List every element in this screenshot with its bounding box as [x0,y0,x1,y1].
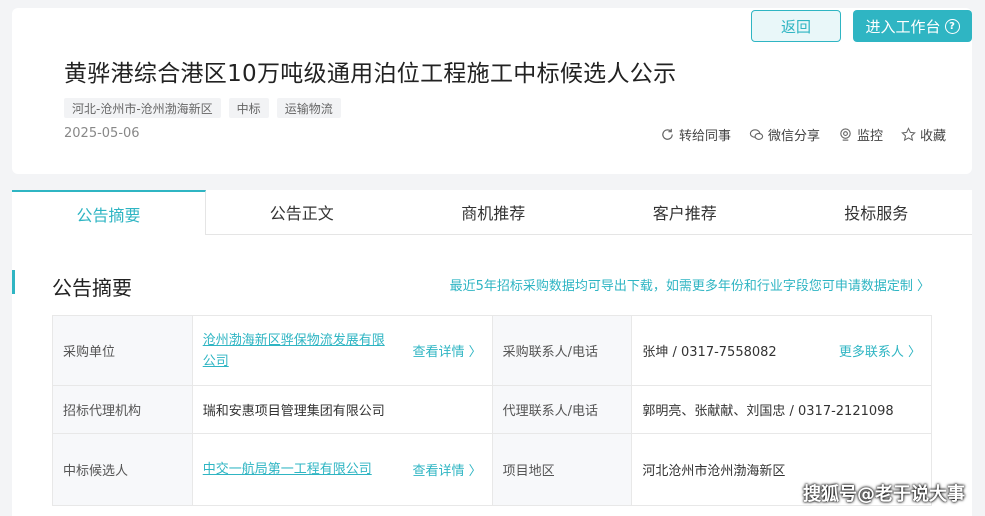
content-card: 公告摘要 公告正文 商机推荐 客户推荐 投标服务 公告摘要 最近5年招标采购数据… [12,190,972,516]
enter-workbench-label: 进入工作台 [865,17,941,36]
candidate-cell: 中交一航局第一工程有限公司 查看详情 〉 [191,433,493,506]
table-row: 采购单位 沧州渤海新区骅保物流发展有限公司 查看详情 〉 采购联系人/电话 张坤… [52,315,932,386]
tab-opportunities[interactable]: 商机推荐 [398,190,590,234]
more-contacts-link[interactable]: 更多联系人 〉 [839,341,921,360]
purchaser-link[interactable]: 沧州渤海新区骅保物流发展有限公司 [203,330,393,372]
purchaser-contact-value: 张坤 / 0317-7558082 [642,345,777,360]
section-title: 公告摘要 [52,276,132,300]
purchaser-label: 采购单位 [52,315,193,386]
forward-label: 转给同事 [679,129,732,144]
agency-contact-value: 郭明亮、张献献、刘国忠 / 0317-2121098 [631,385,932,434]
wechat-share-label: 微信分享 [768,129,821,144]
type-tag[interactable]: 中标 [228,98,269,118]
monitor-button[interactable]: 监控 [838,125,883,144]
tab-body[interactable]: 公告正文 [206,190,398,234]
forward-icon [662,128,673,140]
monitor-icon [840,128,851,141]
purchaser-details-link[interactable]: 查看详情 〉 [413,341,482,360]
favorite-button[interactable]: 收藏 [901,125,946,144]
watermark: 搜狐号@老于说大事 [803,484,965,505]
purchaser-contact-cell: 张坤 / 0317-7558082 更多联系人 〉 [631,315,932,386]
section-accent-bar [12,270,15,294]
enter-workbench-button[interactable]: 进入工作台 ? [853,10,972,42]
purchaser-contact-label: 采购联系人/电话 [491,315,633,386]
candidate-details-link[interactable]: 查看详情 〉 [413,460,482,479]
summary-table: 采购单位 沧州渤海新区骅保物流发展有限公司 查看详情 〉 采购联系人/电话 张坤… [52,315,932,506]
tag-list: 河北-沧州市-沧州渤海新区 中标 运输物流 [64,98,341,118]
wechat-share-button[interactable]: 微信分享 [749,125,820,144]
wechat-icon [749,129,764,140]
purchaser-cell: 沧州渤海新区骅保物流发展有限公司 查看详情 〉 [191,315,493,386]
star-icon [901,127,916,142]
industry-tag[interactable]: 运输物流 [276,98,341,118]
page-title: 黄骅港综合港区10万吨级通用泊位工程施工中标候选人公示 [64,61,677,87]
question-circle-icon[interactable]: ? [944,18,960,34]
forward-to-colleague-button[interactable]: 转给同事 [660,125,731,144]
agency-label: 招标代理机构 [52,385,193,434]
favorite-label: 收藏 [920,129,947,144]
region-tag[interactable]: 河北-沧州市-沧州渤海新区 [64,98,221,118]
data-export-link[interactable]: 最近5年招标采购数据均可导出下载，如需更多年份和行业字段您可申请数据定制 〉 [450,275,930,294]
action-bar: 转给同事 微信分享 监控 收藏 [660,125,946,144]
tab-customers[interactable]: 客户推荐 [589,190,781,234]
tab-bar: 公告摘要 公告正文 商机推荐 客户推荐 投标服务 [12,190,972,235]
back-button[interactable]: 返回 [751,10,841,42]
candidate-label: 中标候选人 [52,433,193,506]
publish-date: 2025-05-06 [64,126,140,141]
table-row: 中标候选人 中交一航局第一工程有限公司 查看详情 〉 项目地区 河北沧州市沧州渤… [52,433,932,506]
tab-bid-services[interactable]: 投标服务 [781,190,973,234]
agency-value: 瑞和安惠项目管理集团有限公司 [191,385,493,434]
tab-summary[interactable]: 公告摘要 [12,190,206,235]
region-label: 项目地区 [491,433,633,506]
table-row: 招标代理机构 瑞和安惠项目管理集团有限公司 代理联系人/电话 郭明亮、张献献、刘… [52,385,932,434]
candidate-link[interactable]: 中交一航局第一工程有限公司 [203,459,393,480]
agency-contact-label: 代理联系人/电话 [491,385,633,434]
monitor-label: 监控 [857,129,884,144]
